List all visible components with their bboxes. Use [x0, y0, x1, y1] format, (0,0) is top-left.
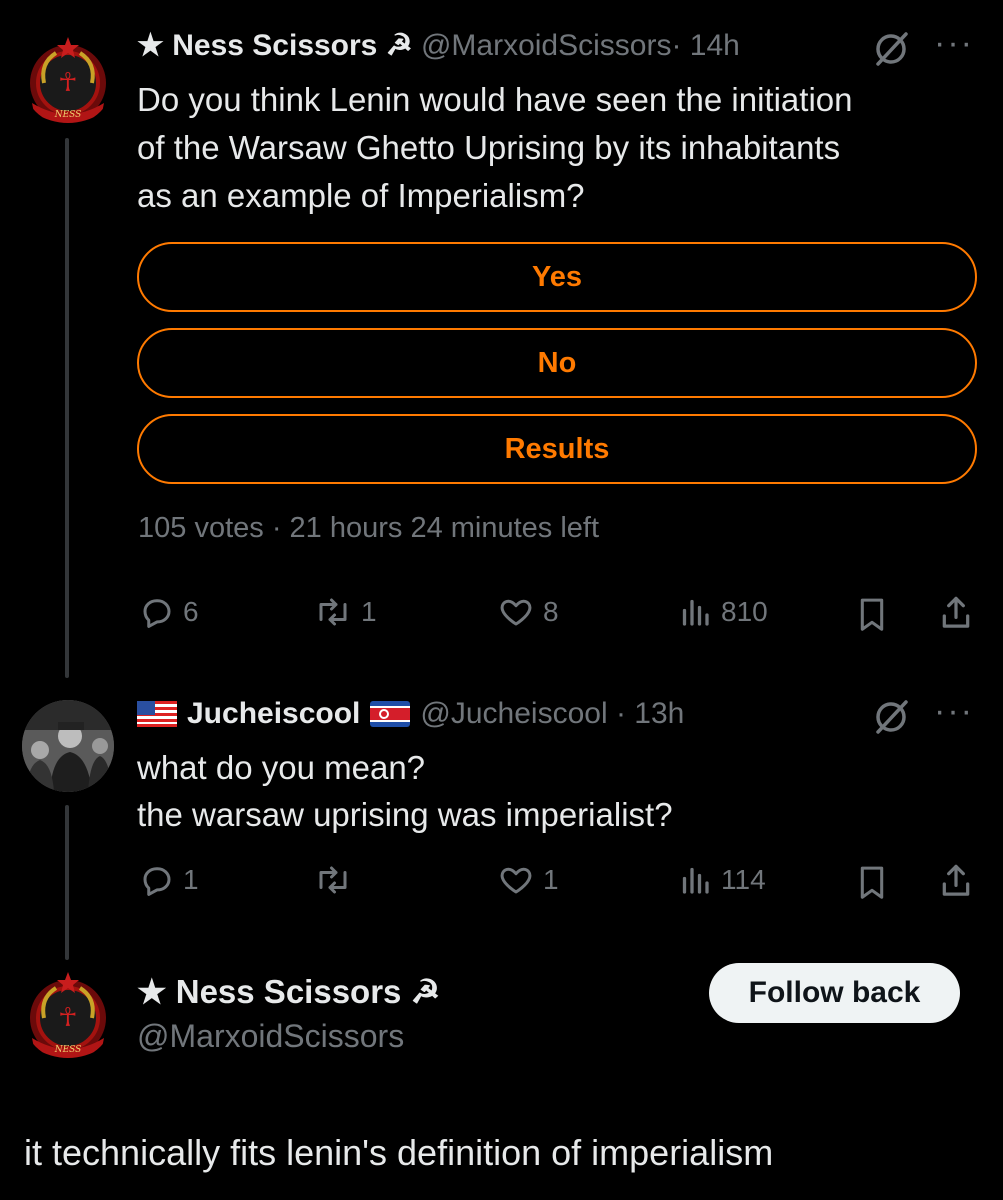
handle[interactable]: @MarxoidScissors — [421, 29, 672, 62]
follow-back-button[interactable]: Follow back — [709, 963, 960, 1023]
post-text-line: as an example of Imperialism? — [137, 177, 585, 214]
svg-text:☥: ☥ — [58, 68, 77, 98]
repost-button[interactable]: 1 — [313, 594, 377, 630]
post-text-line: of the Warsaw Ghetto Uprising by its inh… — [137, 129, 841, 166]
us-flag-icon — [137, 701, 177, 727]
share-icon[interactable] — [938, 862, 974, 900]
reply-count: 1 — [183, 864, 199, 895]
like-count: 8 — [543, 596, 559, 627]
post-text-line: the warsaw uprising was imperialist? — [137, 796, 673, 833]
view-count: 114 — [721, 864, 766, 895]
display-name[interactable]: ★ Ness Scissors ☭ — [137, 972, 440, 1011]
post-text: it technically fits lenin's definition o… — [24, 1132, 774, 1173]
reply-icon — [143, 599, 171, 628]
views-icon — [682, 867, 709, 894]
post-header: ★ Ness Scissors ☭ @MarxoidScissors· 14h — [137, 28, 740, 63]
heart-icon — [500, 599, 532, 626]
post-text-line: what do you mean? — [137, 749, 426, 786]
handle[interactable]: @MarxoidScissors — [137, 1018, 404, 1055]
poll-option-yes[interactable]: Yes — [137, 242, 977, 312]
repost-button[interactable] — [313, 862, 361, 898]
heart-icon — [500, 867, 532, 894]
share-icon[interactable] — [938, 594, 974, 632]
display-name[interactable]: ★ Ness Scissors ☭ — [137, 29, 413, 62]
like-count: 1 — [543, 864, 559, 895]
reply-count: 6 — [183, 596, 199, 627]
view-count: 810 — [721, 596, 768, 627]
views-button[interactable]: 810 — [677, 594, 768, 630]
reply-button[interactable]: 6 — [139, 594, 199, 630]
timestamp[interactable]: · 13h — [616, 697, 684, 730]
like-button[interactable]: 1 — [497, 862, 559, 898]
post-text-line: Do you think Lenin would have seen the i… — [137, 81, 853, 118]
post-text: what do you mean? the warsaw uprising wa… — [137, 744, 673, 838]
more-icon[interactable]: ··· — [934, 24, 974, 63]
thread-line — [65, 805, 69, 960]
views-icon — [682, 599, 709, 626]
avatar[interactable]: ☥ NESS — [22, 968, 114, 1060]
avatar[interactable] — [22, 700, 114, 792]
poll-footer: 105 votes · 21 hours 24 minutes left — [138, 512, 600, 544]
svg-text:NESS: NESS — [54, 1045, 82, 1055]
reply-button[interactable]: 1 — [139, 862, 199, 898]
views-button[interactable]: 114 — [677, 862, 766, 898]
post-text: Do you think Lenin would have seen the i… — [137, 76, 852, 220]
display-name[interactable]: Jucheiscool — [187, 697, 360, 731]
svg-text:NESS: NESS — [54, 110, 82, 120]
poll-option-no[interactable]: No — [137, 328, 977, 398]
repost-icon — [319, 598, 347, 626]
svg-text:☥: ☥ — [58, 1003, 77, 1033]
grok-icon[interactable] — [872, 698, 910, 736]
bookmark-icon[interactable] — [855, 864, 889, 900]
post-header: Jucheiscool @Jucheiscool · 13h — [137, 697, 684, 731]
handle[interactable]: @Jucheiscool — [420, 697, 607, 730]
grok-icon[interactable] — [872, 30, 910, 68]
timestamp[interactable]: · 14h — [671, 29, 739, 62]
nk-flag-icon — [370, 701, 411, 727]
avatar[interactable]: ☥ NESS — [22, 33, 114, 125]
like-button[interactable]: 8 — [497, 594, 559, 630]
more-icon[interactable]: ··· — [934, 692, 974, 731]
reply-icon — [143, 867, 171, 896]
poll-results-button[interactable]: Results — [137, 414, 977, 484]
repost-count: 1 — [361, 596, 377, 627]
bookmark-icon[interactable] — [855, 596, 889, 632]
thread-line — [65, 138, 69, 678]
repost-icon — [319, 866, 347, 894]
